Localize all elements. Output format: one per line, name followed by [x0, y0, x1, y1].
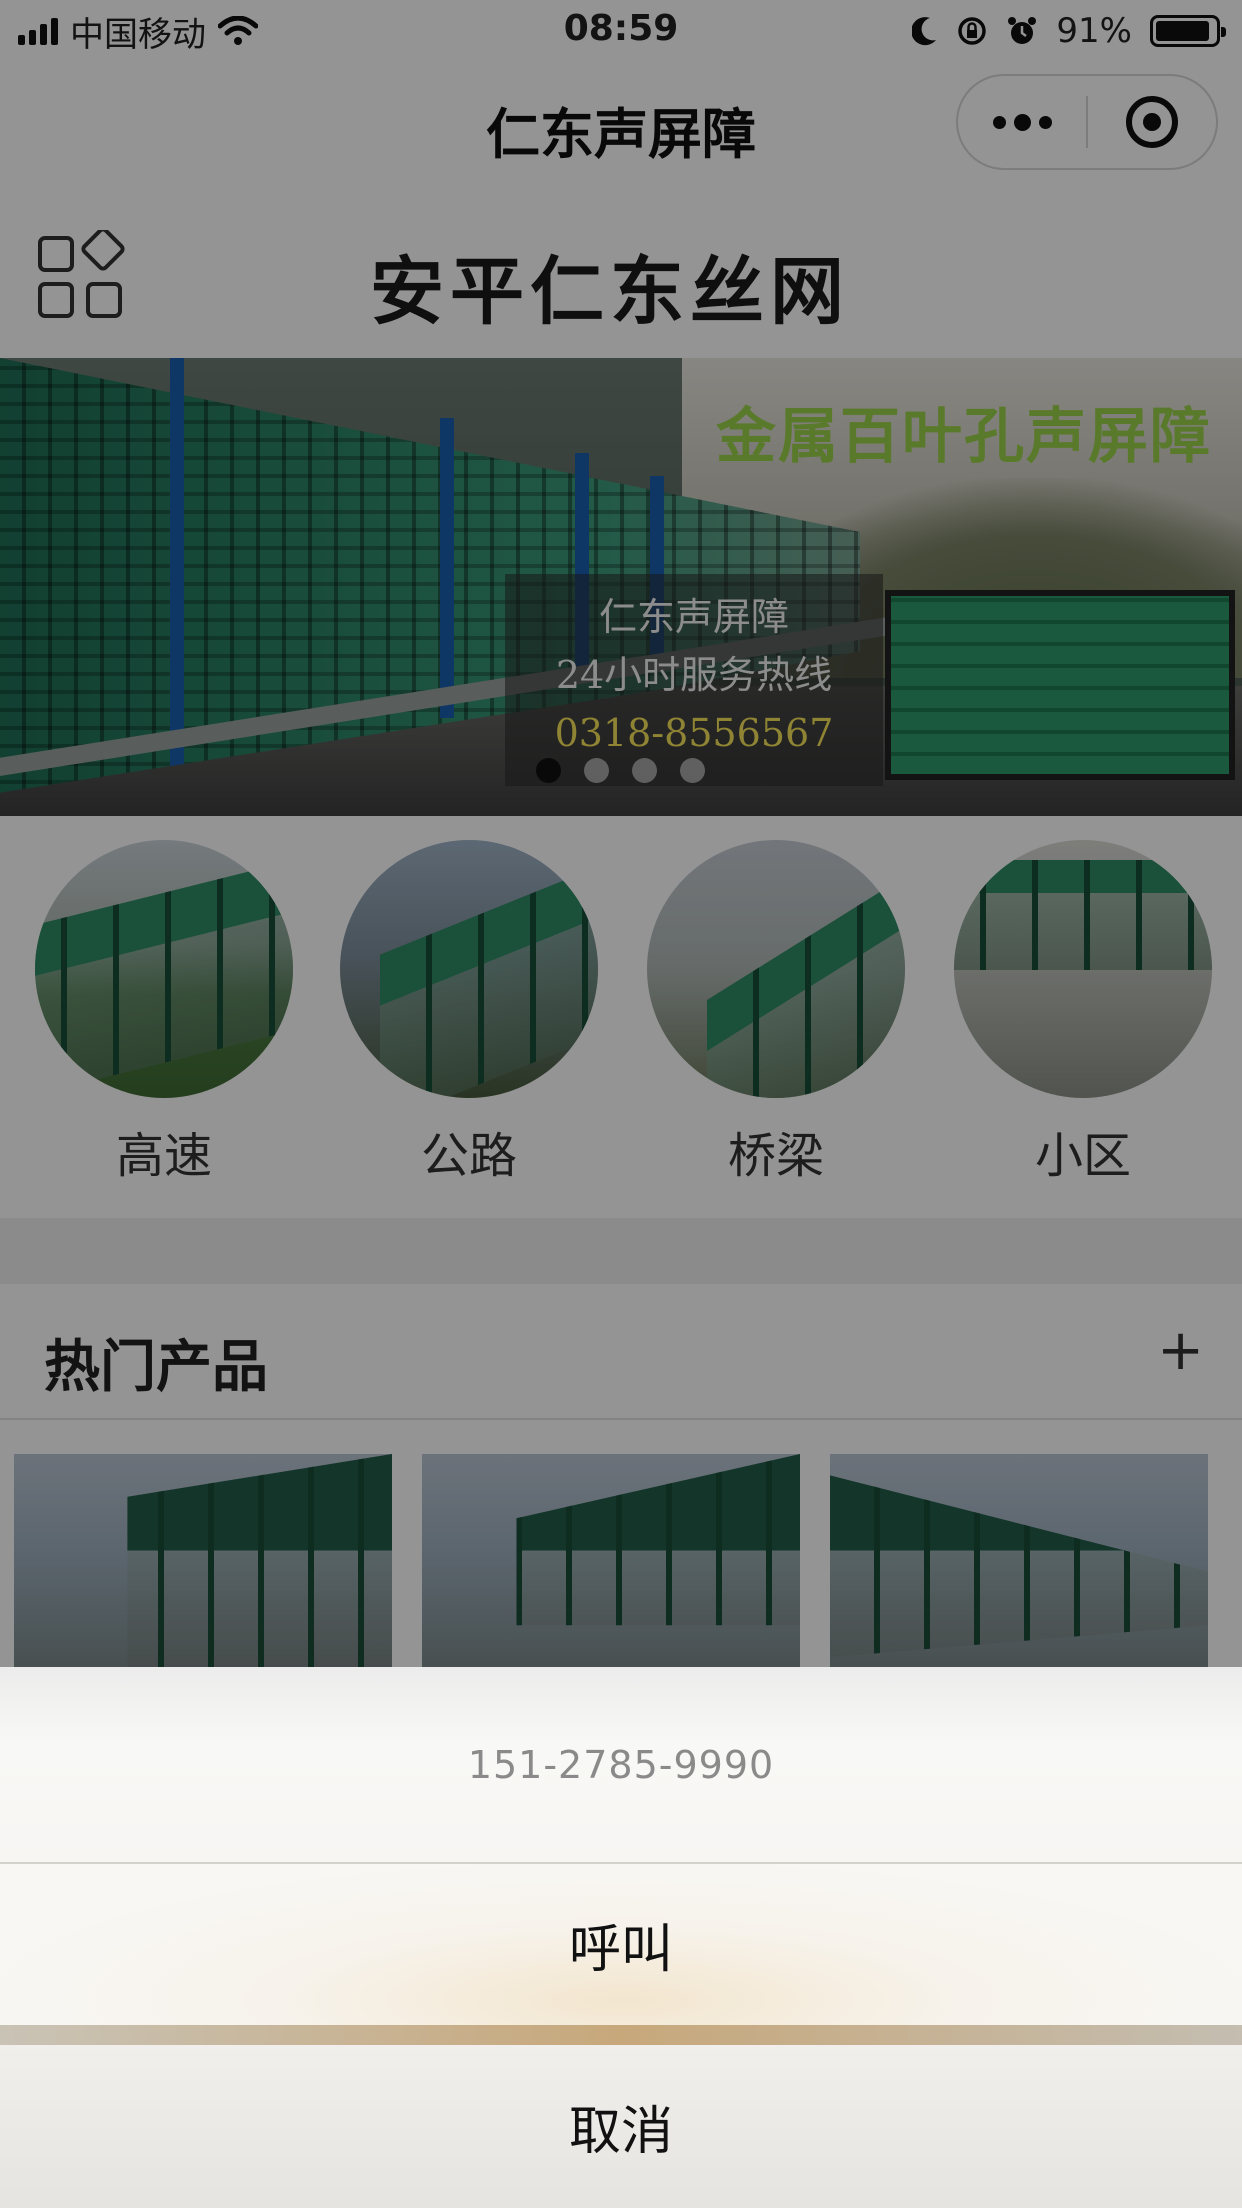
action-sheet-phone-number: 151-2785-9990 — [0, 1667, 1242, 1862]
cancel-button[interactable]: 取消 — [0, 2045, 1242, 2208]
call-button[interactable]: 呼叫 — [0, 1864, 1242, 2025]
call-action-sheet: 151-2785-9990 呼叫 取消 — [0, 1667, 1242, 2208]
action-sheet-gap — [0, 2025, 1242, 2045]
